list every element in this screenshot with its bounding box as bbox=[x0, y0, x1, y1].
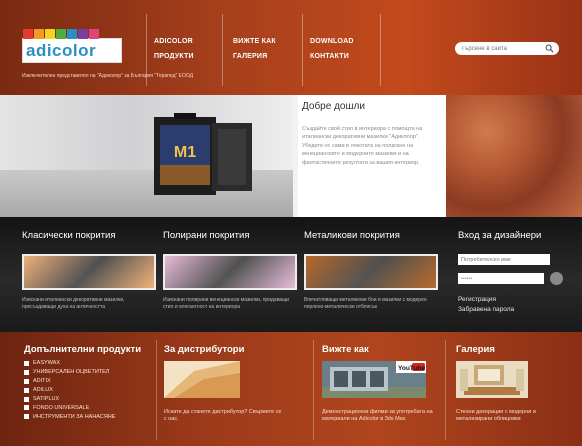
additional-product-label: SATIPLUX bbox=[33, 396, 60, 402]
coating-title-metallic[interactable]: Металикови покрития bbox=[304, 230, 400, 241]
bullet-icon bbox=[24, 396, 29, 402]
nav-divider bbox=[302, 14, 303, 86]
logo[interactable]: adicolor bbox=[22, 29, 122, 63]
coating-desc-classic: Изискани италиански декоративни мазилки,… bbox=[22, 297, 125, 310]
column-divider bbox=[445, 340, 446, 440]
additional-product-item[interactable]: EASYWAX bbox=[24, 359, 115, 368]
search-input[interactable] bbox=[461, 44, 541, 53]
nav-adicolor[interactable]: ADICOLOR bbox=[154, 38, 193, 45]
gallery-title[interactable]: Галерия bbox=[456, 344, 495, 355]
additional-product-item[interactable]: УНИВЕРСАЛЕН ОЦВЕТИТЕЛ bbox=[24, 368, 115, 377]
additional-product-label: ИНСТРУМЕНТИ ЗА НАНАСЯНЕ bbox=[33, 413, 116, 420]
username-field[interactable] bbox=[458, 254, 550, 265]
header: adicolor Изключителен представител на "А… bbox=[0, 0, 582, 95]
search-icon[interactable] bbox=[545, 44, 554, 53]
additional-products-title: Допълнителни продукти bbox=[24, 344, 142, 355]
additional-product-item[interactable]: ИНСТРУМЕНТИ ЗА НАНАСЯНЕ bbox=[24, 412, 115, 421]
nav-divider bbox=[146, 14, 147, 86]
additional-product-item[interactable]: ADITIX bbox=[24, 377, 115, 386]
nav-download[interactable]: DOWNLOAD bbox=[310, 38, 354, 45]
coating-swatch-polished[interactable] bbox=[163, 254, 297, 290]
distributor-note: Изключителен представител на "Адиколор" … bbox=[22, 73, 194, 79]
column-divider bbox=[156, 340, 157, 440]
how-to-title[interactable]: Вижте как bbox=[322, 344, 369, 355]
bullet-icon bbox=[24, 387, 29, 393]
distributors-desc: Искате да станете дистрибутор? Свържете … bbox=[164, 409, 282, 423]
additional-products-list: EASYWAX УНИВЕРСАЛЕН ОЦВЕТИТЕЛ ADITIX ADILUX… bbox=[24, 359, 115, 421]
coating-title-classic[interactable]: Класически покрития bbox=[22, 230, 115, 241]
bottom-section: Допълнителни продукти EASYWAX УНИВЕРСАЛЕН… bbox=[0, 332, 582, 446]
additional-product-label: FONDO UNIVERSALE bbox=[33, 404, 90, 411]
logo-chip bbox=[23, 29, 33, 39]
coating-title-polished[interactable]: Полирани покрития bbox=[163, 230, 250, 241]
page: adicolor Изключителен представител на "А… bbox=[0, 0, 582, 446]
nav-gallery[interactable]: ГАЛЕРИЯ bbox=[233, 53, 267, 60]
login-title: Вход за дизайнери bbox=[458, 230, 542, 241]
coating-swatch-metallic[interactable] bbox=[304, 254, 438, 290]
gallery-thumbnail[interactable] bbox=[456, 361, 528, 398]
additional-product-item[interactable]: SATIPLUX bbox=[24, 395, 115, 404]
password-field[interactable] bbox=[458, 273, 544, 284]
bullet-icon bbox=[24, 369, 29, 375]
additional-product-label: УНИВЕРСАЛЕН ОЦВЕТИТЕЛ bbox=[33, 369, 110, 376]
welcome-body: Създайте свой стил в интериора с помощта… bbox=[302, 126, 423, 166]
video-thumbnail[interactable]: YouTube bbox=[322, 361, 426, 398]
product-label: M1 bbox=[174, 144, 196, 161]
coatings-band: Класически покрития Полирани покрития Ме… bbox=[0, 217, 582, 332]
nav-how-to[interactable]: ВИЖТЕ КАК bbox=[233, 38, 276, 45]
additional-product-label: ADILUX bbox=[33, 387, 53, 394]
hero-interior-photo: M1 bbox=[0, 95, 293, 217]
bullet-icon bbox=[24, 405, 29, 411]
hero: M1 Добре дошли Създайте свой стил в инте… bbox=[0, 95, 582, 217]
welcome-panel: Добре дошли Създайте свой стил в интерио… bbox=[298, 95, 446, 217]
logo-chip bbox=[56, 29, 66, 39]
additional-product-label: EASYWAX bbox=[33, 360, 60, 367]
nav-divider bbox=[380, 14, 381, 86]
logo-chip bbox=[67, 29, 77, 39]
logo-chip bbox=[45, 29, 55, 39]
welcome-title: Добре дошли bbox=[302, 101, 365, 112]
logo-chip bbox=[34, 29, 44, 39]
logo-text: adicolor bbox=[26, 41, 97, 60]
nav-divider bbox=[222, 14, 223, 86]
login-submit-button[interactable] bbox=[550, 272, 563, 285]
logo-color-chips bbox=[23, 29, 99, 39]
column-divider bbox=[313, 340, 314, 440]
logo-chip bbox=[89, 29, 99, 39]
register-link[interactable]: Регистрация bbox=[458, 296, 496, 303]
search-box bbox=[455, 42, 559, 55]
gallery-desc: Стенни декорации с модерни и метализиран… bbox=[456, 409, 536, 423]
coating-swatch-classic[interactable] bbox=[22, 254, 156, 290]
coating-desc-polished: Изискани полирани венециански мазилки, п… bbox=[163, 297, 289, 310]
nav-contacts[interactable]: КОНТАКТИ bbox=[310, 53, 349, 60]
logo-chip bbox=[78, 29, 88, 39]
additional-product-item[interactable]: FONDO UNIVERSALE bbox=[24, 403, 115, 412]
bullet-icon bbox=[24, 378, 29, 384]
product-case-image[interactable]: M1 bbox=[148, 113, 258, 199]
distributors-title[interactable]: За дистрибутори bbox=[164, 344, 244, 355]
forgot-password-link[interactable]: Забравена парола bbox=[458, 306, 514, 313]
coating-desc-metallic: Впечатляващи металикови бои и мазилки с … bbox=[304, 297, 427, 310]
youtube-label: YouTube bbox=[398, 365, 425, 372]
additional-product-label: ADITIX bbox=[33, 378, 51, 385]
nav-products[interactable]: ПРОДУКТИ bbox=[154, 53, 194, 60]
bullet-icon bbox=[24, 414, 29, 420]
additional-product-item[interactable]: ADILUX bbox=[24, 386, 115, 395]
how-to-desc: Демонстрационни филми за употребата на м… bbox=[322, 409, 433, 423]
distributors-thumbnail[interactable] bbox=[164, 361, 240, 398]
texture-sample-image bbox=[446, 95, 582, 217]
bullet-icon bbox=[24, 360, 29, 366]
